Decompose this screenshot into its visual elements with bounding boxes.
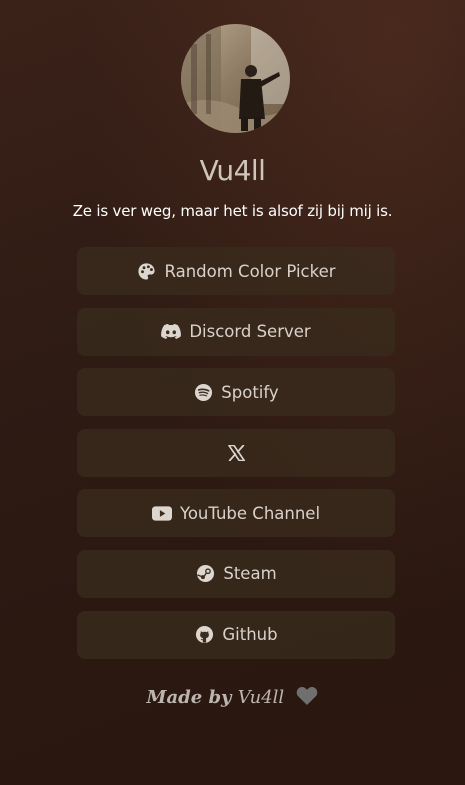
steam-link[interactable]: Steam: [77, 549, 395, 598]
link-label: Discord Server: [189, 322, 311, 342]
heart-icon: [296, 686, 318, 711]
footer-author: Vu4ll: [237, 687, 285, 708]
made-by-text: Made by: [146, 687, 232, 708]
steam-icon: [195, 564, 215, 584]
link-label: Random Color Picker: [164, 261, 336, 281]
x-icon: [226, 443, 246, 463]
discord-server-link[interactable]: Discord Server: [77, 307, 395, 356]
link-label: Github: [222, 625, 278, 645]
random-color-picker-link[interactable]: Random Color Picker: [77, 247, 395, 295]
spotify-icon: [193, 382, 213, 402]
link-label: Steam: [223, 564, 277, 584]
username: Vu4ll: [199, 154, 266, 187]
link-label: Spotify: [221, 382, 279, 402]
youtube-icon: [151, 503, 172, 523]
github-link[interactable]: Github: [77, 610, 395, 659]
palette-icon: [136, 261, 156, 281]
link-list: Random Color Picker Discord Server Spoti…: [77, 247, 395, 671]
bio-text: Ze is ver weg, maar het is alsof zij bij…: [72, 202, 393, 220]
footer-credit: Made by Vu4ll: [0, 686, 465, 711]
profile-page: Vu4ll Ze is ver weg, maar het is alsof z…: [0, 0, 465, 785]
youtube-channel-link[interactable]: YouTube Channel: [77, 489, 395, 538]
github-icon: [194, 625, 214, 645]
avatar: [181, 24, 290, 133]
discord-icon: [161, 322, 182, 342]
spotify-link[interactable]: Spotify: [77, 368, 395, 417]
link-label: YouTube Channel: [179, 503, 321, 523]
x-link[interactable]: [77, 428, 395, 477]
